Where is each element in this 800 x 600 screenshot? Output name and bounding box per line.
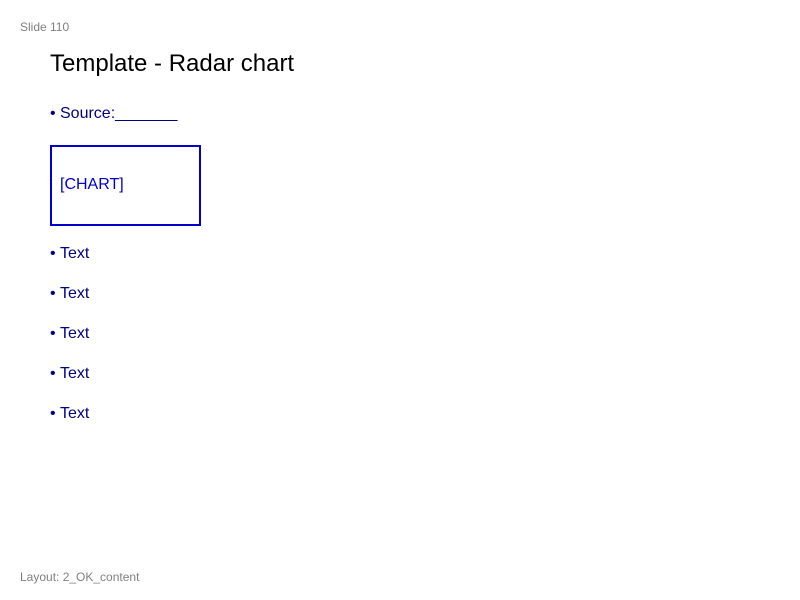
- bullet-marker: •: [50, 285, 56, 302]
- chart-placeholder: [CHART]: [50, 145, 201, 226]
- bullet-item: • Text: [50, 244, 89, 264]
- source-bullet: • Source:_______: [50, 104, 177, 124]
- bullet-marker: •: [50, 245, 56, 262]
- bullet-marker: •: [50, 105, 56, 122]
- bullet-item: • Text: [50, 364, 89, 384]
- bullet-marker: •: [50, 405, 56, 422]
- bullet-item: • Text: [50, 284, 89, 304]
- slide-number: Slide 110: [20, 20, 70, 34]
- bullet-text: Text: [60, 245, 90, 262]
- bullet-item: • Text: [50, 324, 89, 344]
- layout-label: Layout: 2_OK_content: [20, 570, 140, 584]
- bullet-text: Text: [60, 405, 90, 422]
- chart-placeholder-label: [CHART]: [60, 176, 124, 193]
- bullet-marker: •: [50, 365, 56, 382]
- bullet-marker: •: [50, 325, 56, 342]
- slide-title: Template - Radar chart: [50, 50, 295, 77]
- source-text: Source:_______: [60, 105, 178, 122]
- bullet-item: • Text: [50, 404, 89, 424]
- bullet-text: Text: [60, 325, 90, 342]
- bullet-text: Text: [60, 285, 90, 302]
- bullet-text: Text: [60, 365, 90, 382]
